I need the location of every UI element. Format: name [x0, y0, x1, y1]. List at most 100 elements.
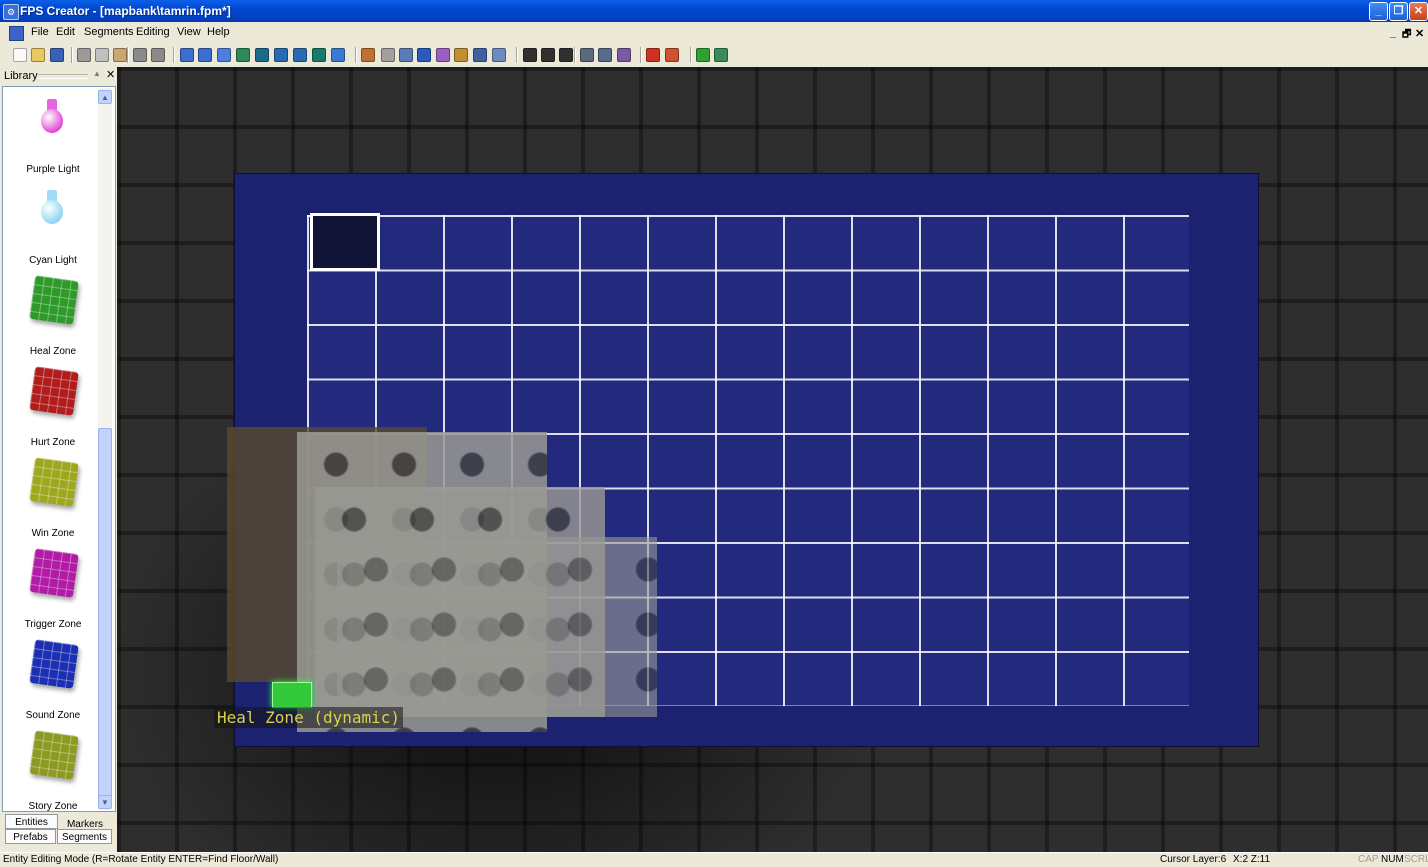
- library-item-cyan-light[interactable]: Cyan Light: [3, 182, 99, 273]
- build-game-icon[interactable]: [714, 48, 728, 62]
- menu-segments[interactable]: Segments: [84, 26, 134, 38]
- entity-tool-1-icon[interactable]: [580, 48, 594, 62]
- toolbar-separator: [173, 47, 175, 63]
- erase-segment-icon[interactable]: [381, 48, 395, 62]
- entity-tool-3-icon[interactable]: [617, 48, 631, 62]
- menu-edit[interactable]: Edit: [56, 26, 75, 38]
- zone-cube-icon: [29, 366, 79, 416]
- library-item-label: Hurt Zone: [30, 437, 76, 448]
- library-item-label: Cyan Light: [29, 255, 77, 266]
- library-item-hurt-zone[interactable]: Hurt Zone: [3, 364, 99, 455]
- pick-icon[interactable]: [473, 48, 487, 62]
- cut-icon[interactable]: [77, 48, 91, 62]
- zone-cube-icon: [29, 548, 79, 598]
- map-viewport[interactable]: Heal Zone (dynamic): [117, 67, 1428, 852]
- redo-icon[interactable]: [151, 48, 165, 62]
- tab-prefabs[interactable]: Prefabs: [5, 829, 56, 844]
- menu-file[interactable]: File: [31, 26, 49, 38]
- toolbar-separator: [640, 47, 642, 63]
- scroll-up-icon[interactable]: ▲: [98, 90, 112, 104]
- pick-segment-icon[interactable]: [399, 48, 413, 62]
- zone-cube-icon: [29, 730, 79, 780]
- layers-icon[interactable]: [255, 48, 269, 62]
- status-scrl: SCRL: [1404, 854, 1428, 865]
- library-scrollbar[interactable]: ▲ ▼: [98, 88, 112, 810]
- scroll-down-icon[interactable]: ▼: [98, 795, 112, 809]
- library-item-label: Trigger Zone: [24, 619, 82, 630]
- copy-icon[interactable]: [95, 48, 109, 62]
- save-icon[interactable]: [50, 48, 64, 62]
- toolbar-separator: [127, 47, 129, 63]
- circle-tool-icon[interactable]: [559, 48, 573, 62]
- toolbar-separator: [355, 47, 357, 63]
- light-bulb-icon: [41, 95, 63, 139]
- mdi-minimize-button[interactable]: _: [1390, 27, 1396, 39]
- zone-cube-icon: [29, 639, 79, 689]
- picture-icon[interactable]: [312, 48, 326, 62]
- library-item-label: Win Zone: [31, 528, 75, 539]
- status-cursor-layer: Cursor Layer:6: [1160, 854, 1227, 865]
- toolbar: [0, 43, 1428, 68]
- undo-icon[interactable]: [133, 48, 147, 62]
- library-item-win-zone[interactable]: Win Zone: [3, 455, 99, 546]
- document-icon[interactable]: [9, 26, 24, 41]
- library-title: Library: [4, 70, 38, 82]
- app-icon[interactable]: ⚙: [3, 4, 19, 20]
- title-bar: ⚙ FPS Creator - [mapbank\tamrin.fpm*] _ …: [0, 0, 1428, 22]
- new-file-icon[interactable]: [13, 48, 27, 62]
- library-item-heal-zone[interactable]: Heal Zone: [3, 273, 99, 364]
- layer-down-icon[interactable]: [293, 48, 307, 62]
- zoom-in-icon[interactable]: [180, 48, 194, 62]
- library-item-label: Heal Zone: [29, 346, 77, 357]
- minimize-button[interactable]: _: [1369, 2, 1388, 21]
- multiplayer-flag-icon[interactable]: [665, 48, 679, 62]
- test-game-icon[interactable]: [696, 48, 710, 62]
- tab-segments[interactable]: Segments: [57, 829, 112, 844]
- library-item-story-zone[interactable]: Story Zone: [3, 728, 99, 811]
- menu-help[interactable]: Help: [207, 26, 230, 38]
- light-bulb-icon: [41, 186, 63, 230]
- menu-bar: File Edit Segments Editing View Help _ 🗗…: [0, 22, 1428, 43]
- tab-entities[interactable]: Entities: [5, 814, 58, 829]
- line-tool-icon[interactable]: [523, 48, 537, 62]
- paste-icon[interactable]: [113, 48, 127, 62]
- library-item-label: Story Zone: [28, 801, 78, 812]
- toolbar-separator: [690, 47, 692, 63]
- toolbar-separator: [516, 47, 518, 63]
- menu-view[interactable]: View: [177, 26, 201, 38]
- flip-icon[interactable]: [454, 48, 468, 62]
- status-bar: Entity Editing Mode (R=Rotate Entity ENT…: [0, 852, 1428, 867]
- close-button[interactable]: ✕: [1409, 2, 1428, 21]
- layer-up-icon[interactable]: [274, 48, 288, 62]
- library-item-label: Sound Zone: [25, 710, 81, 721]
- mdi-close-button[interactable]: ✕: [1415, 27, 1424, 40]
- player-start-flag-icon[interactable]: [646, 48, 660, 62]
- status-mode: Entity Editing Mode (R=Rotate Entity ENT…: [3, 854, 279, 865]
- entity-label: Heal Zone (dynamic): [214, 707, 404, 728]
- collapse-icon[interactable]: ▲: [93, 69, 101, 78]
- maximize-button[interactable]: ❐: [1389, 2, 1408, 21]
- heal-zone-entity[interactable]: [272, 682, 312, 708]
- zoom-out-icon[interactable]: [198, 48, 212, 62]
- view-2-icon[interactable]: [236, 48, 250, 62]
- view-1-icon[interactable]: [217, 48, 231, 62]
- mdi-restore-button[interactable]: 🗗: [1402, 27, 1411, 44]
- scroll-thumb[interactable]: [98, 428, 112, 798]
- library-list: Purple Light Cyan Light Heal Zone Hurt Zone…: [2, 86, 116, 812]
- box-tool-icon[interactable]: [541, 48, 555, 62]
- close-icon[interactable]: ✕: [106, 68, 115, 81]
- menu-editing[interactable]: Editing: [136, 26, 170, 38]
- zone-cube-icon: [29, 275, 79, 325]
- open-file-icon[interactable]: [31, 48, 45, 62]
- status-cap: CAP: [1358, 854, 1379, 865]
- library-item-sound-zone[interactable]: Sound Zone: [3, 637, 99, 728]
- rotate-icon[interactable]: [436, 48, 450, 62]
- magnifier-icon[interactable]: [331, 48, 345, 62]
- entity-tool-2-icon[interactable]: [598, 48, 612, 62]
- select-area-icon[interactable]: [492, 48, 506, 62]
- panel-grip[interactable]: [38, 74, 88, 79]
- paint-prefab-icon[interactable]: [417, 48, 431, 62]
- library-item-purple-light[interactable]: Purple Light: [3, 91, 99, 182]
- library-item-trigger-zone[interactable]: Trigger Zone: [3, 546, 99, 637]
- paint-segment-icon[interactable]: [361, 48, 375, 62]
